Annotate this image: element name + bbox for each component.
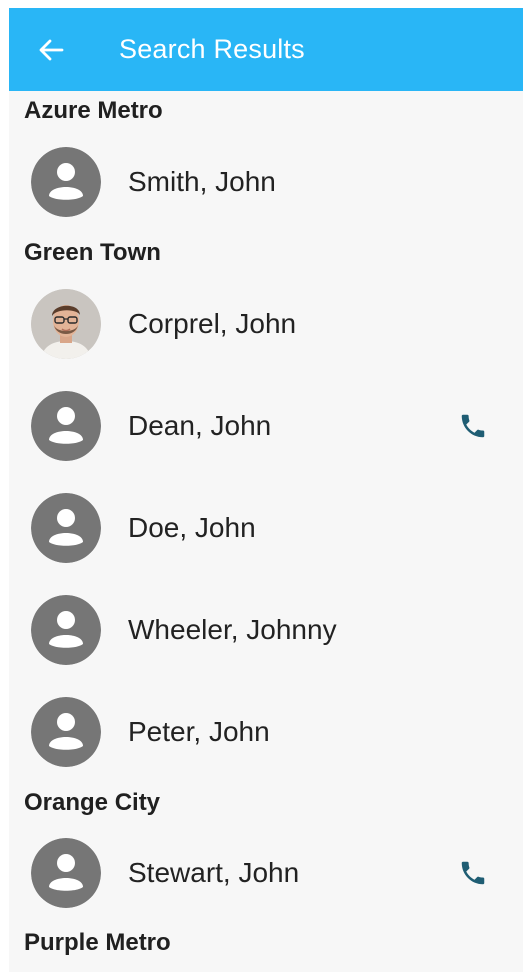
contact-name: Dean, John xyxy=(128,410,272,441)
search-results-screen: Search Results Azure Metro Smith, John G… xyxy=(9,8,523,972)
call-button[interactable] xyxy=(453,853,493,893)
arrow-left-icon xyxy=(39,39,64,60)
results-list[interactable]: Azure Metro Smith, John Green Town Corpr… xyxy=(9,91,523,963)
person-placeholder-icon xyxy=(31,595,101,665)
back-button[interactable] xyxy=(33,32,69,68)
person-placeholder-icon xyxy=(31,697,101,767)
contact-name: Corprel, John xyxy=(128,308,297,339)
phone-icon xyxy=(461,414,485,438)
phone-icon xyxy=(461,861,485,885)
contact-name: Doe, John xyxy=(128,512,256,543)
contact-name: Wheeler, Johnny xyxy=(128,614,337,645)
contact-row-doe-john[interactable]: Doe, John xyxy=(9,477,523,579)
section-header-purple-metro: Purple Metro xyxy=(24,929,171,956)
contact-row-stewart-john[interactable]: Stewart, John xyxy=(9,823,523,923)
section-header-green-town: Green Town xyxy=(24,239,161,266)
contact-row-wheeler-johnny[interactable]: Wheeler, Johnny xyxy=(9,579,523,681)
person-placeholder-icon xyxy=(31,147,101,217)
person-placeholder-icon xyxy=(31,391,101,461)
person-placeholder-icon xyxy=(31,493,101,563)
section-header-azure-metro: Azure Metro xyxy=(24,97,163,124)
contact-name: Smith, John xyxy=(128,166,276,197)
app-bar: Search Results xyxy=(9,8,523,91)
contact-row-dean-john[interactable]: Dean, John xyxy=(9,375,523,477)
person-placeholder-icon xyxy=(31,838,101,908)
page-title: Search Results xyxy=(119,34,305,64)
contact-name: Stewart, John xyxy=(128,857,300,888)
contact-row-corprel-john[interactable]: Corprel, John xyxy=(9,273,523,375)
contact-row-smith-john[interactable]: Smith, John xyxy=(9,131,523,233)
contact-name: Peter, John xyxy=(128,716,270,747)
contact-row-peter-john[interactable]: Peter, John xyxy=(9,681,523,783)
call-button[interactable] xyxy=(453,406,493,446)
contact-photo xyxy=(31,289,101,359)
section-header-orange-city: Orange City xyxy=(24,789,161,816)
